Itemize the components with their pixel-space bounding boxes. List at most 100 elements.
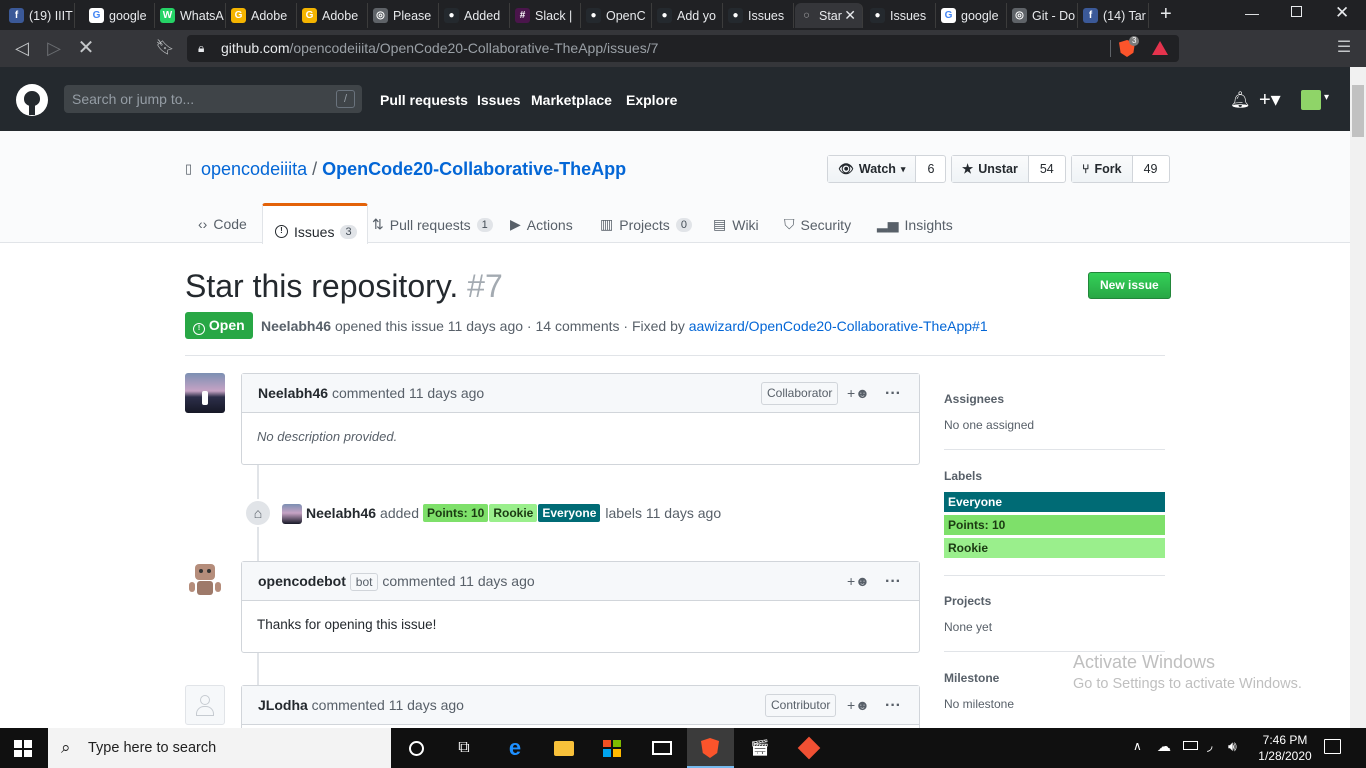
labels-heading[interactable]: Labels <box>944 469 982 483</box>
back-button[interactable]: ◁ <box>10 36 34 60</box>
nav-marketplace[interactable]: Marketplace <box>531 92 612 108</box>
sidebar-label[interactable]: Points: 10 <box>944 515 1165 535</box>
taskbar-search-input[interactable]: ⌕ Type here to search <box>48 728 391 768</box>
browser-tab[interactable]: f (19) IIIT <box>5 3 75 28</box>
tab-projects[interactable]: ▥ Projects 0 <box>600 216 692 233</box>
tab-pull-requests[interactable]: ⇅ Pull requests 1 <box>372 216 493 233</box>
repo-owner-link[interactable]: opencodeiiita <box>201 159 307 179</box>
show-hidden-icons[interactable]: ∧ <box>1133 739 1142 753</box>
comment-timestamp[interactable]: commented 11 days ago <box>332 385 484 401</box>
tab-issues[interactable]: ! Issues 3 <box>262 203 368 244</box>
tab-insights[interactable]: ▂▅ Insights <box>877 216 953 233</box>
maximize-button[interactable] <box>1291 6 1302 17</box>
browser-tab[interactable]: W WhatsA <box>156 3 226 28</box>
fork-button[interactable]: ⑂ Fork <box>1072 156 1133 182</box>
address-bar[interactable]: 🔒︎ github.com/opencodeiiita/OpenCode20-C… <box>187 35 1179 62</box>
page-scrollbar[interactable] <box>1350 67 1366 728</box>
browser-tab[interactable]: Ggoogle <box>85 3 155 28</box>
browser-tab[interactable]: ● Add yo <box>653 3 723 28</box>
stop-loading-button[interactable]: ✕ <box>74 36 98 60</box>
task-view-icon[interactable]: ⧉ <box>449 734 479 762</box>
movies-icon[interactable]: 🎬︎ <box>745 734 775 762</box>
fork-count[interactable]: 49 <box>1133 156 1169 182</box>
store-icon[interactable] <box>597 734 627 762</box>
github-logo-icon[interactable] <box>16 84 48 116</box>
comment-author-link[interactable]: Neelabh46 <box>258 385 328 401</box>
minimize-button[interactable]: — <box>1245 5 1259 21</box>
comment-author-link[interactable]: opencodebot <box>258 573 346 589</box>
avatar[interactable] <box>185 685 225 725</box>
avatar[interactable] <box>185 561 225 601</box>
scrollbar-thumb[interactable] <box>1352 85 1364 137</box>
add-reaction-icon[interactable]: +☻ <box>847 374 870 413</box>
tab-security[interactable]: ⛉ Security <box>784 216 851 233</box>
fixed-by-link[interactable]: aawizard/OpenCode20-Collaborative-TheApp… <box>689 318 988 334</box>
browser-tab[interactable]: ● OpenC <box>582 3 652 28</box>
new-tab-button[interactable]: + <box>1160 3 1172 26</box>
label-badge[interactable]: Rookie <box>489 504 538 522</box>
avatar[interactable] <box>1301 90 1321 110</box>
comment-timestamp[interactable]: commented 11 days ago <box>382 573 534 589</box>
windows-start-icon[interactable] <box>14 740 32 757</box>
bell-icon[interactable]: 🔔︎ <box>1230 90 1250 110</box>
mail-icon[interactable] <box>647 734 677 762</box>
close-window-button[interactable]: ✕ <box>1335 3 1349 23</box>
sidebar-label[interactable]: Everyone <box>944 492 1165 512</box>
wifi-icon[interactable]: ◞ <box>1207 737 1212 754</box>
sidebar-label[interactable]: Rookie <box>944 538 1165 558</box>
label-badge[interactable]: Points: 10 <box>422 504 489 522</box>
clock[interactable]: 7:46 PM 1/28/2020 <box>1255 732 1315 764</box>
nav-issues[interactable]: Issues <box>477 92 521 108</box>
comment-author-link[interactable]: JLodha <box>258 697 308 713</box>
browser-tab[interactable]: ● Added <box>440 3 510 28</box>
tab-actions[interactable]: ▶ Actions <box>510 216 573 233</box>
assignees-heading[interactable]: Assignees <box>944 392 1004 406</box>
volume-icon[interactable]: 🔊︎ <box>1228 738 1237 755</box>
watch-count[interactable]: 6 <box>916 156 945 182</box>
add-reaction-icon[interactable]: +☻ <box>847 686 870 725</box>
avatar[interactable] <box>282 504 302 524</box>
new-issue-button[interactable]: New issue <box>1088 272 1171 299</box>
avatar[interactable] <box>185 373 225 413</box>
browser-tab[interactable]: f (14) Tar <box>1079 3 1149 28</box>
label-badge[interactable]: Everyone <box>538 504 601 522</box>
milestone-heading[interactable]: Milestone <box>944 671 999 685</box>
forward-button[interactable]: ▷ <box>42 36 66 60</box>
tab-code[interactable]: ‹› Code <box>198 216 247 232</box>
menu-icon[interactable]: ☰ <box>1332 36 1356 60</box>
brave-rewards-icon[interactable] <box>1152 41 1168 55</box>
browser-tab[interactable]: ● Issues <box>866 3 936 28</box>
file-explorer-icon[interactable] <box>549 734 579 762</box>
more-options-icon[interactable]: ··· <box>885 686 901 725</box>
bookmark-icon[interactable]: 🔖︎ <box>153 36 177 60</box>
event-author-link[interactable]: Neelabh46 <box>306 505 376 521</box>
brave-icon[interactable] <box>695 734 725 762</box>
browser-tab[interactable]: # Slack | <box>511 3 581 28</box>
search-input[interactable]: Search or jump to... / <box>64 85 362 113</box>
nav-explore[interactable]: Explore <box>626 92 677 108</box>
chevron-down-icon[interactable]: ▾ <box>1324 92 1329 103</box>
close-tab-icon[interactable]: ✕ <box>844 7 856 24</box>
cortana-icon[interactable] <box>401 734 431 762</box>
nav-pull-requests[interactable]: Pull requests <box>380 92 468 108</box>
browser-tab[interactable]: ● Issues <box>724 3 794 28</box>
battery-icon[interactable] <box>1183 741 1198 750</box>
issue-author-link[interactable]: Neelabh46 <box>261 318 331 334</box>
create-new-icon[interactable]: +▾ <box>1259 87 1281 112</box>
more-options-icon[interactable]: ··· <box>885 562 901 601</box>
edge-icon[interactable]: e <box>500 734 530 762</box>
more-options-icon[interactable]: ··· <box>885 374 901 413</box>
unstar-button[interactable]: ★ Unstar <box>952 156 1029 182</box>
watch-button[interactable]: 👁︎ Watch ▾ <box>828 156 917 182</box>
browser-tab[interactable]: ◎ Please <box>369 3 439 28</box>
repo-name-link[interactable]: OpenCode20-Collaborative-TheApp <box>322 159 626 179</box>
browser-tab[interactable]: G Adobe <box>227 3 297 28</box>
star-count[interactable]: 54 <box>1029 156 1065 182</box>
browser-tab[interactable]: ◎ Git - Do <box>1008 3 1078 28</box>
git-icon[interactable] <box>794 734 824 762</box>
tab-wiki[interactable]: ▤ Wiki <box>713 216 759 233</box>
browser-tab[interactable]: G Adobe <box>298 3 368 28</box>
browser-tab[interactable]: ◌ Star ✕ <box>795 3 863 28</box>
comment-timestamp[interactable]: commented 11 days ago <box>312 697 464 713</box>
add-reaction-icon[interactable]: +☻ <box>847 562 870 601</box>
